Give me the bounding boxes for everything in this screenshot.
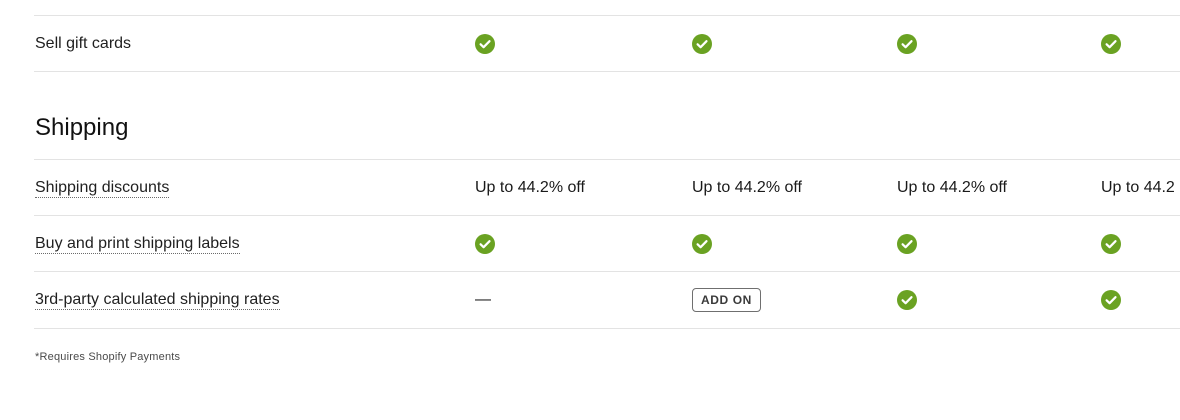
plan-1-cell [475, 216, 495, 272]
check-circle-icon [692, 234, 712, 254]
check-circle-icon [475, 34, 495, 54]
table-row-sell-gift-cards: Sell gift cards [34, 15, 1180, 71]
check-circle-icon [897, 290, 917, 310]
check-circle-icon [897, 34, 917, 54]
feature-label-text[interactable]: Shipping discounts [35, 179, 170, 198]
feature-label[interactable]: Buy and print shipping labels [35, 216, 240, 272]
check-circle-icon [897, 234, 917, 254]
feature-label-text: Sell gift cards [35, 35, 132, 52]
check-circle-icon [692, 34, 712, 54]
plan-4-cell [1101, 16, 1121, 72]
check-circle-icon [475, 234, 495, 254]
plan-1-cell: Up to 44.2% off [475, 179, 585, 196]
plan-comparison-page: Sell gift cards Shipping Shipping discou… [0, 0, 1180, 420]
table-row-third-party-rates: 3rd-party calculated shipping rates — AD… [34, 271, 1180, 329]
feature-comparison-table: Sell gift cards Shipping Shipping discou… [34, 15, 1180, 329]
plan-3-cell [897, 272, 917, 328]
plan-3-cell [897, 216, 917, 272]
plan-3-cell: Up to 44.2% off [897, 179, 1007, 196]
plan-4-cell: Up to 44.2 [1101, 179, 1175, 196]
section-title-shipping: Shipping [35, 114, 129, 141]
feature-label: Sell gift cards [35, 16, 131, 72]
footnote: *Requires Shopify Payments [35, 351, 181, 363]
plan-2-cell: Up to 44.2% off [692, 179, 802, 196]
not-included-dash: — [475, 291, 491, 308]
plan-2-cell: ADD ON [692, 272, 761, 328]
plan-3-cell [897, 16, 917, 72]
plan-1-cell: — [475, 272, 491, 328]
check-circle-icon [1101, 234, 1121, 254]
table-row-buy-print-labels: Buy and print shipping labels [34, 215, 1180, 271]
plan-4-cell [1101, 216, 1121, 272]
plan-1-cell [475, 16, 495, 72]
plan-2-cell [692, 216, 712, 272]
add-on-badge[interactable]: ADD ON [692, 288, 761, 312]
plan-4-cell [1101, 272, 1121, 328]
plan-2-cell [692, 16, 712, 72]
feature-label[interactable]: Shipping discounts [35, 160, 170, 216]
table-row-shipping-discounts: Shipping discounts Up to 44.2% off Up to… [34, 159, 1180, 215]
check-circle-icon [1101, 34, 1121, 54]
feature-label[interactable]: 3rd-party calculated shipping rates [35, 272, 280, 328]
feature-label-text[interactable]: Buy and print shipping labels [35, 235, 240, 254]
check-circle-icon [1101, 290, 1121, 310]
feature-label-text[interactable]: 3rd-party calculated shipping rates [35, 291, 280, 310]
